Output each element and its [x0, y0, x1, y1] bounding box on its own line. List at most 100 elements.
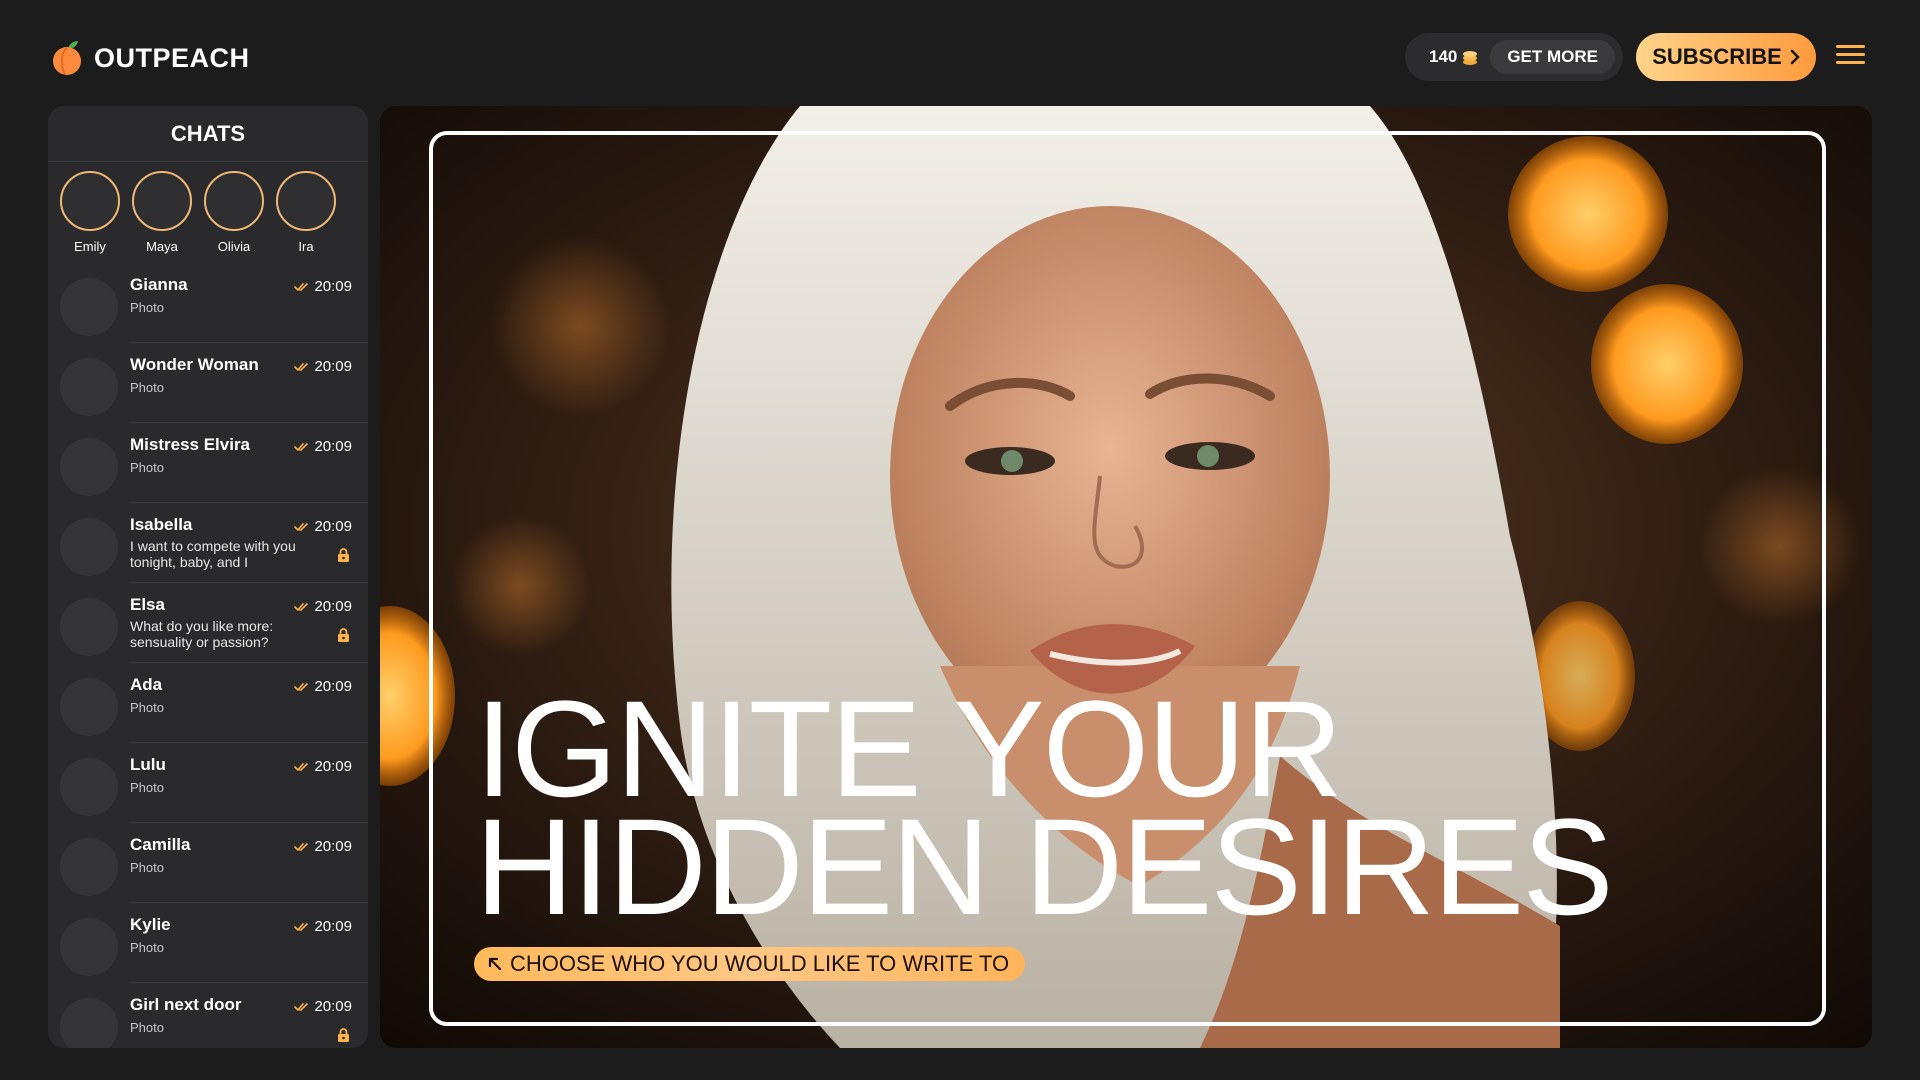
lock-icon	[338, 628, 349, 642]
chat-time-text: 20:09	[314, 278, 352, 295]
arrow-up-left-icon	[488, 957, 502, 971]
chat-time-text: 20:09	[314, 838, 352, 855]
avatar	[60, 758, 118, 816]
double-check-icon	[294, 762, 309, 771]
lock-icon	[338, 548, 349, 562]
subscribe-label: SUBSCRIBE	[1652, 44, 1782, 69]
chat-name: Elsa	[130, 595, 165, 614]
chat-time: 20:09	[294, 598, 352, 615]
avatar	[60, 678, 118, 736]
chat-item[interactable]: Gianna Photo 20:09	[48, 262, 368, 342]
story-maya[interactable]: Maya	[132, 171, 192, 254]
chat-time: 20:09	[294, 438, 352, 455]
coin-stack-icon	[1463, 51, 1478, 65]
chat-item[interactable]: Isabella I want to compete with you tonig…	[48, 502, 368, 582]
avatar	[60, 998, 118, 1048]
chat-item[interactable]: Mistress Elvira Photo 20:09	[48, 422, 368, 502]
story-name: Olivia	[217, 239, 251, 254]
double-check-icon	[294, 922, 309, 931]
peach-icon	[53, 41, 81, 75]
chat-name: Ada	[130, 675, 163, 694]
story-name: Maya	[146, 239, 178, 254]
double-check-icon	[294, 602, 309, 611]
chat-list: Gianna Photo 20:09 Wonder Woman Photo 20:09 Mi…	[48, 262, 368, 1048]
chat-time-text: 20:09	[314, 598, 352, 615]
sidebar-title: CHATS	[48, 106, 368, 162]
subscribe-button[interactable]: SUBSCRIBE	[1636, 33, 1816, 81]
chat-name: Kylie	[130, 915, 171, 934]
chat-last-message: I want to compete with you tonight, baby…	[130, 538, 296, 570]
story-name: Emily	[74, 239, 106, 254]
chat-item[interactable]: Ada Photo 20:09	[48, 662, 368, 742]
story-olivia[interactable]: Olivia	[204, 171, 264, 254]
chat-last-message: Photo	[130, 380, 164, 395]
chat-item[interactable]: Camilla Photo 20:09	[48, 822, 368, 902]
chat-item[interactable]: Kylie Photo 20:09	[48, 902, 368, 982]
chat-name: Lulu	[130, 755, 166, 774]
chat-name: Wonder Woman	[130, 355, 259, 374]
chat-last-message: Photo	[130, 940, 164, 955]
chat-time: 20:09	[294, 838, 352, 855]
avatar	[60, 438, 118, 496]
chat-last-message: What do you like more: sensuality or pas…	[130, 618, 274, 650]
story-avatar	[132, 171, 192, 231]
double-check-icon	[294, 1002, 309, 1011]
double-check-icon	[294, 522, 309, 531]
double-check-icon	[294, 362, 309, 371]
story-avatar	[204, 171, 264, 231]
chat-item[interactable]: Wonder Woman Photo 20:09	[48, 342, 368, 422]
cta-label: CHOOSE WHO YOU WOULD LIKE TO WRITE TO	[510, 951, 1010, 976]
chat-last-message: Photo	[130, 780, 164, 795]
hamburger-menu-icon[interactable]	[1836, 45, 1865, 67]
choose-chat-cta[interactable]: CHOOSE WHO YOU WOULD LIKE TO WRITE TO	[474, 947, 1026, 981]
stories-row: Emily Maya Olivia Ira	[48, 162, 368, 254]
story-avatar	[60, 171, 120, 231]
chat-item[interactable]: Elsa What do you like more: sensuality or…	[48, 582, 368, 662]
chat-time: 20:09	[294, 678, 352, 695]
chat-last-message: Photo	[130, 460, 164, 475]
chat-time-text: 20:09	[314, 438, 352, 455]
get-more-button[interactable]: GET MORE	[1490, 40, 1615, 74]
logo[interactable]: OUTPEACH	[51, 40, 250, 76]
avatar	[60, 358, 118, 416]
chat-name: Girl next door	[130, 995, 242, 1014]
avatar	[60, 278, 118, 336]
hero-headline: IGNITE YOUR HIDDEN DESIRES	[475, 681, 1614, 944]
chat-name: Isabella	[130, 515, 193, 534]
coin-count: 140	[1429, 47, 1458, 66]
double-check-icon	[294, 282, 309, 291]
chat-last-message: Photo	[130, 700, 164, 715]
double-check-icon	[294, 682, 309, 691]
chat-time-text: 20:09	[314, 358, 352, 375]
chat-time: 20:09	[294, 998, 352, 1015]
chat-time: 20:09	[294, 358, 352, 375]
chat-time-text: 20:09	[314, 758, 352, 775]
chat-last-message: Photo	[130, 300, 164, 315]
hero-banner: IGNITE YOUR HIDDEN DESIRES CHOOSE WHO YO…	[380, 106, 1872, 1048]
chat-item[interactable]: Girl next door Photo 20:09	[48, 982, 368, 1048]
chat-time-text: 20:09	[314, 998, 352, 1015]
chat-name: Gianna	[130, 275, 188, 294]
story-emily[interactable]: Emily	[60, 171, 120, 254]
chat-time: 20:09	[294, 918, 352, 935]
chat-name: Camilla	[130, 835, 191, 854]
chats-sidebar: CHATS Emily Maya Olivia Ira Gianna Photo 20:0…	[48, 106, 368, 1048]
double-check-icon	[294, 842, 309, 851]
chat-time: 20:09	[294, 758, 352, 775]
avatar	[60, 598, 118, 656]
chat-last-message: Photo	[130, 1020, 164, 1035]
chat-name: Mistress Elvira	[130, 435, 251, 454]
chat-last-message: Photo	[130, 860, 164, 875]
avatar	[60, 838, 118, 896]
story-ira[interactable]: Ira	[276, 171, 336, 254]
chevron-right-icon	[1790, 49, 1800, 65]
chat-item[interactable]: Lulu Photo 20:09	[48, 742, 368, 822]
story-name: Ira	[298, 239, 314, 254]
chat-time-text: 20:09	[314, 518, 352, 535]
avatar	[60, 518, 118, 576]
brand-name: OUTPEACH	[94, 42, 250, 73]
story-avatar	[276, 171, 336, 231]
headline-line-2: HIDDEN DESIRES	[475, 791, 1614, 944]
chat-time-text: 20:09	[314, 918, 352, 935]
avatar	[60, 918, 118, 976]
